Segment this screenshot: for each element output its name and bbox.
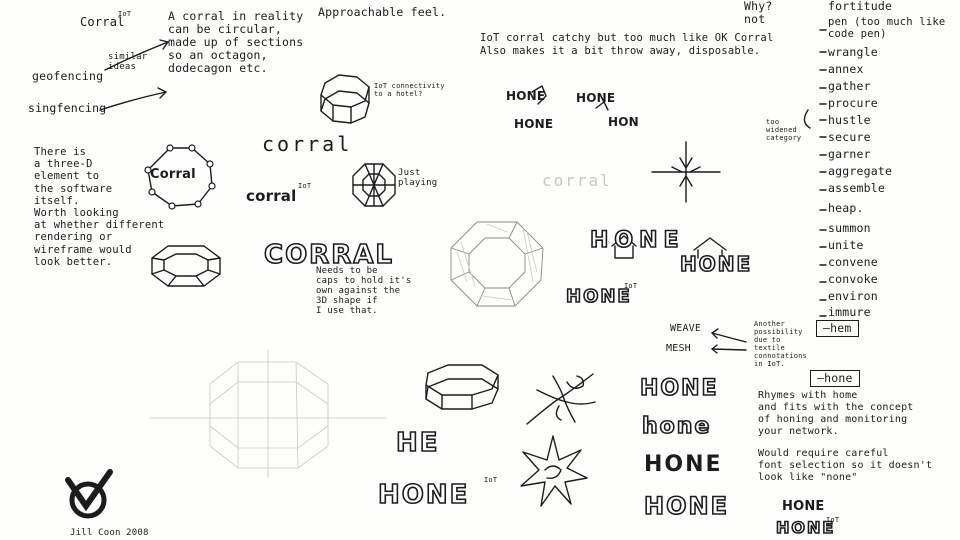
corral-tag-mark: IoT <box>118 10 132 18</box>
connectivity-note: IoT connectivity to a hotel? <box>374 82 445 98</box>
word-list-item: fortitude <box>828 0 893 13</box>
small-3d-octagon-sketch <box>320 74 370 124</box>
word-list-item: assemble <box>828 181 885 195</box>
rhymes-note: Rhymes with home and fits with the conce… <box>758 390 914 437</box>
hone-stack-1: HONE <box>639 375 719 402</box>
knot-sketch <box>526 373 596 425</box>
signature-logo-mark <box>65 469 113 519</box>
word-list-item: convene <box>828 255 878 269</box>
word-list-item: wrangle <box>828 45 878 59</box>
hon-small: HON <box>608 115 639 129</box>
shaded-octagon-sketch <box>450 221 544 307</box>
hone-house-word-2: HONE <box>679 251 753 277</box>
sketch-sheet: Corral IoT A corral in reality can be ci… <box>0 0 960 540</box>
hone-iot-mark: IoT <box>624 282 638 290</box>
word-list-item: pen (too much like code pen) <box>828 16 946 40</box>
hone-big-1: HE <box>395 427 440 459</box>
word-list-item: secure <box>828 130 871 144</box>
arrow-singfencing-head <box>157 87 167 99</box>
signature-text: Jill Coon 2008 <box>70 528 149 538</box>
require-note: Would require careful font selection so … <box>758 448 933 483</box>
approachable-note: Approachable feel. <box>318 5 447 19</box>
why-not-note: Why? not <box>744 0 773 26</box>
word-list-item: summon <box>828 221 871 235</box>
word-list-item: unite <box>828 238 864 252</box>
word-list-item: annex <box>828 62 864 76</box>
corral-iot-word: corral <box>246 187 297 205</box>
hone-iot-word: HONE <box>565 285 632 308</box>
hone-box: —hone <box>810 370 860 387</box>
hone-small-3: HONE <box>514 117 554 131</box>
widen-category-note: too widened category <box>766 118 802 142</box>
hone-stack-2: hone <box>641 413 712 440</box>
web-octagon-sketch <box>352 163 396 207</box>
word-list-item: procure <box>828 96 878 110</box>
hone-bottom-right-iot-mark: IoT <box>826 516 840 524</box>
hone-bottom-right-1: HONE <box>782 499 825 514</box>
weave-label: WEAVE <box>670 323 702 334</box>
word-list-item: aggregate <box>828 164 893 178</box>
word-list-item: environ <box>828 289 878 303</box>
singfencing-label: singfencing <box>28 101 107 115</box>
caps-note: Needs to be caps to hold it's own agains… <box>316 266 412 316</box>
hone-house-word: HONE <box>589 227 685 254</box>
arrow-geofencing-head <box>159 39 169 50</box>
arrow-weave-head <box>711 328 719 339</box>
octagon-band-sketch <box>425 364 499 410</box>
geofencing-label: geofencing <box>32 69 104 83</box>
converging-arrows-sketch <box>651 141 721 203</box>
hone-stack-4: HONE <box>643 491 729 521</box>
mesh-label: MESH <box>666 343 691 354</box>
another-possibility-note: Another possibility due to textile conno… <box>754 320 807 368</box>
just-playing-note: Just playing <box>398 168 438 188</box>
hem-box: —hem <box>816 320 859 337</box>
word-list-item: garner <box>828 147 871 161</box>
word-list-item: gather <box>828 79 871 93</box>
similar-ideas-note: similar ideas <box>108 52 148 72</box>
three-d-note: There is a three-D element to the softwa… <box>34 146 165 268</box>
word-list-bracket <box>803 109 811 129</box>
corral-octagon-word: Corral <box>150 167 196 182</box>
starburst-sketch <box>520 435 588 507</box>
circular-note: A corral in reality can be circular, mad… <box>168 9 304 75</box>
arrow-weave <box>711 332 747 343</box>
hone-big-2: HONE <box>377 479 470 511</box>
word-list-item: hustle <box>828 113 871 127</box>
corral-lowercase-word: corral <box>262 132 353 156</box>
arrow-mesh <box>711 348 747 351</box>
hone-small-2: HONE <box>576 91 616 105</box>
arrow-singfencing <box>99 91 167 111</box>
hone-stack-3: HONE <box>644 452 723 477</box>
iot-corral-note: IoT corral catchy but too much like OK C… <box>480 32 774 57</box>
faint-corral-word: corral <box>542 171 612 190</box>
corral-iot-mark: IoT <box>298 182 312 190</box>
word-list-bullets <box>819 29 827 317</box>
wireframe-octagon-sketch <box>150 350 386 478</box>
arrow-mesh-head <box>711 344 718 354</box>
hone-small-1: HONE <box>506 89 546 103</box>
word-list-item: heap. <box>828 201 864 215</box>
word-list-item: convoke <box>828 272 878 286</box>
word-list-item: immure <box>828 305 871 319</box>
hone-big-iot-mark: IoT <box>484 476 498 484</box>
